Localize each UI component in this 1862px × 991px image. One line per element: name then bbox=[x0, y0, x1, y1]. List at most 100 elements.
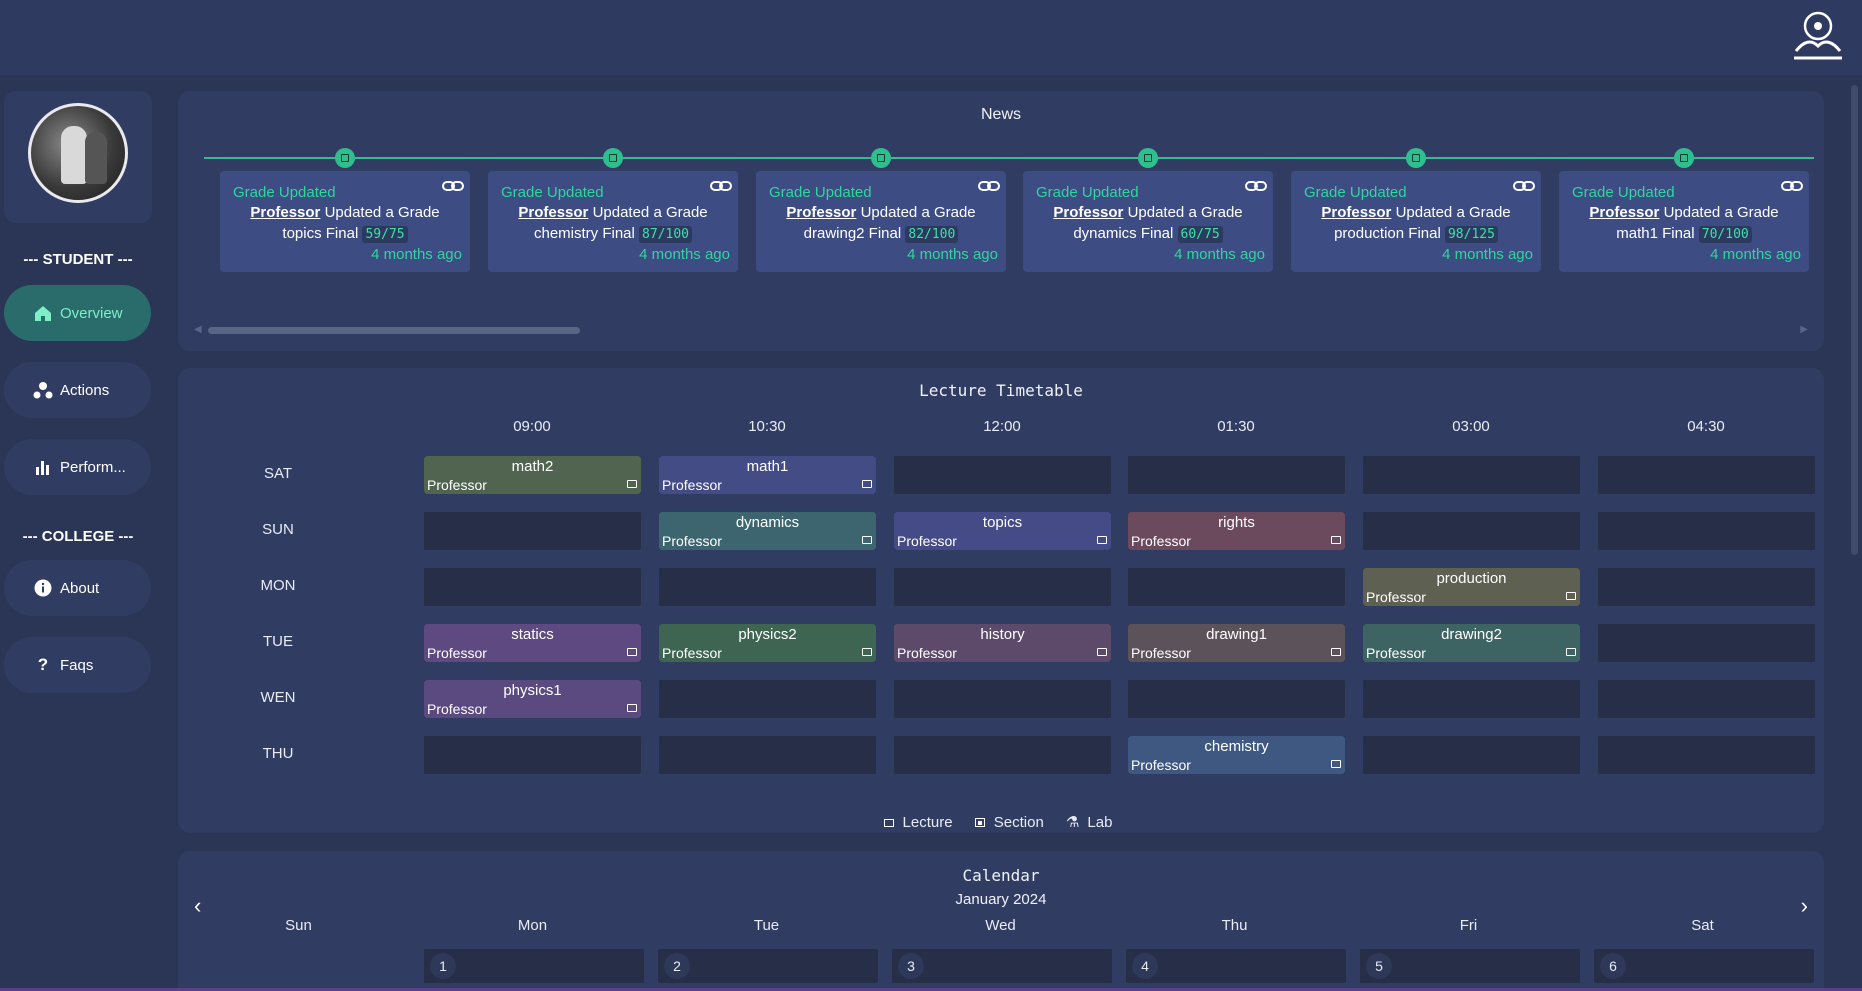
class-name: math1 bbox=[746, 458, 789, 475]
calendar-day-cell[interactable]: 4 bbox=[1126, 949, 1346, 983]
news-type: Grade Updated bbox=[1036, 184, 1139, 201]
lecture-icon bbox=[1331, 760, 1341, 768]
timetable-empty-cell bbox=[1598, 680, 1815, 718]
news-title: News bbox=[980, 106, 1021, 123]
class-name: drawing1 bbox=[1206, 626, 1267, 643]
nav-about[interactable]: About bbox=[4, 560, 151, 616]
timetable-empty-cell bbox=[894, 736, 1111, 774]
timetable-empty-cell bbox=[1128, 680, 1345, 718]
timetable-class[interactable]: drawing1 Professor bbox=[1128, 624, 1345, 662]
timetable-class[interactable]: math1 Professor bbox=[659, 456, 876, 494]
calendar-day-cell[interactable]: 3 bbox=[892, 949, 1112, 983]
calendar-day-number: 1 bbox=[430, 953, 456, 979]
link-icon[interactable] bbox=[442, 179, 464, 193]
page-scrollbar[interactable] bbox=[1848, 75, 1862, 991]
timetable-class[interactable]: physics1 Professor bbox=[424, 680, 641, 718]
timetable-time-header: 09:00 bbox=[513, 418, 551, 435]
calendar-day-cell[interactable]: 6 bbox=[1594, 949, 1814, 983]
news-time: 4 months ago bbox=[1442, 246, 1533, 263]
nav-overview[interactable]: Overview bbox=[4, 285, 151, 341]
timetable-time-header: 10:30 bbox=[748, 418, 786, 435]
timetable-class[interactable]: statics Professor bbox=[424, 624, 641, 662]
calendar-day-cell[interactable]: 1 bbox=[424, 949, 644, 983]
calendar-prev-button[interactable]: ‹ bbox=[194, 893, 201, 919]
link-icon[interactable] bbox=[978, 179, 1000, 193]
class-name: chemistry bbox=[1204, 738, 1269, 755]
news-detail: math1 Final 70/100 bbox=[1559, 225, 1809, 243]
news-author[interactable]: Professor bbox=[1589, 204, 1659, 221]
legend-lab: ⚗ Lab bbox=[1065, 814, 1113, 831]
news-card[interactable]: Grade Updated Professor Updated a Grade dr… bbox=[756, 171, 1006, 272]
class-professor: Professor bbox=[897, 533, 957, 549]
news-author[interactable]: Professor bbox=[250, 204, 320, 221]
lecture-icon bbox=[1331, 536, 1341, 544]
class-professor: Professor bbox=[897, 645, 957, 661]
calendar-weekday: Fri bbox=[1459, 917, 1478, 934]
timetable-day-label: SUN bbox=[262, 521, 294, 538]
calendar-day-cell[interactable]: 2 bbox=[658, 949, 878, 983]
lecture-icon bbox=[862, 648, 872, 656]
news-card[interactable]: Grade Updated Professor Updated a Grade pr… bbox=[1291, 171, 1541, 272]
timetable-class[interactable]: chemistry Professor bbox=[1128, 736, 1345, 774]
timetable-title: Lecture Timetable bbox=[919, 381, 1083, 400]
calendar-title: Calendar bbox=[962, 866, 1040, 885]
timetable-class[interactable]: math2 Professor bbox=[424, 456, 641, 494]
news-card[interactable]: Grade Updated Professor Updated a Grade dy… bbox=[1023, 171, 1273, 272]
nav-faqs[interactable]: ? Faqs bbox=[4, 637, 151, 693]
timetable-class[interactable]: physics2 Professor bbox=[659, 624, 876, 662]
nav-overview-label: Overview bbox=[60, 304, 123, 322]
news-headline: Professor Updated a Grade bbox=[1589, 204, 1779, 221]
link-icon[interactable] bbox=[1513, 179, 1535, 193]
class-professor: Professor bbox=[1366, 645, 1426, 661]
timetable-empty-cell bbox=[424, 512, 641, 550]
news-card[interactable]: Grade Updated Professor Updated a Grade ch… bbox=[488, 171, 738, 272]
nav-performance[interactable]: Perform... bbox=[4, 439, 151, 495]
calendar-weekday: Sun bbox=[285, 917, 312, 934]
news-author[interactable]: Professor bbox=[786, 204, 856, 221]
class-name: rights bbox=[1218, 514, 1255, 531]
news-author[interactable]: Professor bbox=[1321, 204, 1391, 221]
timetable-class[interactable]: topics Professor bbox=[894, 512, 1111, 550]
avatar[interactable] bbox=[28, 103, 128, 203]
news-time: 4 months ago bbox=[1710, 246, 1801, 263]
timetable-empty-cell bbox=[894, 456, 1111, 494]
class-professor: Professor bbox=[1366, 589, 1426, 605]
news-author[interactable]: Professor bbox=[1053, 204, 1123, 221]
calendar-day-number: 4 bbox=[1132, 953, 1158, 979]
link-icon[interactable] bbox=[710, 179, 732, 193]
calendar-icon bbox=[335, 148, 355, 168]
timetable-empty-cell bbox=[1363, 456, 1580, 494]
lecture-icon bbox=[883, 819, 894, 827]
nav-actions[interactable]: Actions bbox=[4, 362, 151, 418]
grade-chip: 98/125 bbox=[1444, 226, 1498, 243]
timetable-empty-cell bbox=[1598, 568, 1815, 606]
timetable-class[interactable]: production Professor bbox=[1363, 568, 1580, 606]
news-card[interactable]: Grade Updated Professor Updated a Grade to… bbox=[220, 171, 470, 272]
timetable-day-label: MON bbox=[260, 577, 296, 594]
timetable-time-header: 12:00 bbox=[983, 418, 1021, 435]
timetable-class[interactable]: dynamics Professor bbox=[659, 512, 876, 550]
class-professor: Professor bbox=[662, 533, 722, 549]
news-scrollbar-thumb[interactable] bbox=[208, 327, 580, 334]
calendar-icon bbox=[1674, 148, 1694, 168]
nav-actions-label: Actions bbox=[60, 381, 110, 399]
grade-chip: 82/100 bbox=[905, 226, 959, 243]
timetable-empty-cell bbox=[1363, 736, 1580, 774]
timetable-class[interactable]: history Professor bbox=[894, 624, 1111, 662]
calendar-day-cell[interactable]: 5 bbox=[1360, 949, 1580, 983]
news-author[interactable]: Professor bbox=[518, 204, 588, 221]
link-icon[interactable] bbox=[1245, 179, 1267, 193]
timetable-empty-cell bbox=[424, 568, 641, 606]
class-name: production bbox=[1436, 570, 1507, 587]
calendar-next-button[interactable]: › bbox=[1801, 893, 1808, 919]
news-timeline bbox=[204, 157, 1814, 159]
lecture-icon bbox=[1331, 648, 1341, 656]
link-icon[interactable] bbox=[1781, 179, 1803, 193]
timetable-class[interactable]: rights Professor bbox=[1128, 512, 1345, 550]
timetable-class[interactable]: drawing2 Professor bbox=[1363, 624, 1580, 662]
calendar-weekday: Thu bbox=[1221, 917, 1248, 934]
news-card[interactable]: Grade Updated Professor Updated a Grade ma… bbox=[1559, 171, 1809, 272]
legend-lecture: Lecture bbox=[883, 814, 959, 831]
timetable-day-label: SAT bbox=[263, 465, 293, 482]
page-scrollbar-thumb[interactable] bbox=[1851, 85, 1858, 555]
